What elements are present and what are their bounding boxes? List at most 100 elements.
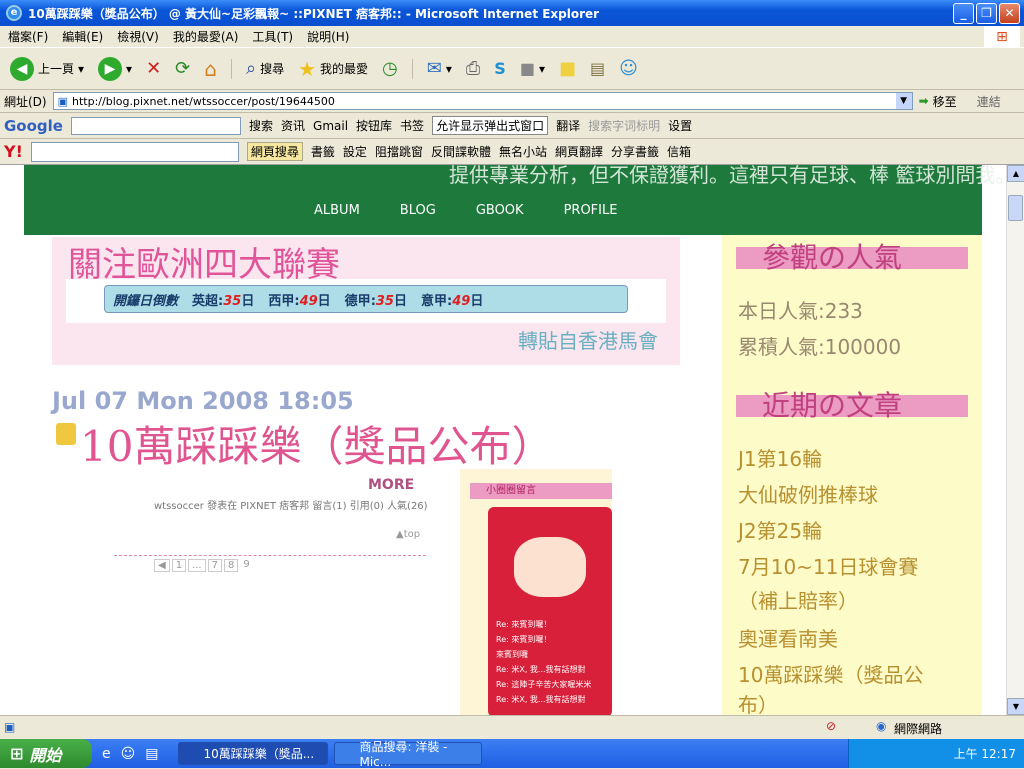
recent-post-link[interactable]: 奧運看南美: [738, 623, 838, 652]
google-bookmarks-button[interactable]: 书签: [400, 117, 424, 134]
google-search-button[interactable]: 搜索: [249, 117, 273, 134]
pager-item[interactable]: 8: [224, 559, 239, 572]
nav-album[interactable]: ALBUM: [314, 203, 360, 218]
top-link[interactable]: ▲top: [396, 529, 420, 540]
favorites-button[interactable]: ★ 我的最愛: [294, 52, 372, 86]
recent-post-link[interactable]: （補上賠率）: [738, 585, 858, 614]
widget-line[interactable]: Re: 米X, 我...我有話想對: [496, 662, 591, 677]
notes-button[interactable]: ■: [555, 52, 580, 86]
skype-button[interactable]: S: [490, 52, 510, 86]
stop-button[interactable]: ✕: [142, 52, 165, 86]
yahoo-toolbar: Y! 網頁搜尋 書籤 設定 阻擋跳窗 反間諜軟體 無名小站 網頁翻譯 分享書籤 …: [0, 139, 1024, 165]
recent-post-link[interactable]: 布）: [738, 689, 778, 715]
widget-line[interactable]: Re: 來賓到囉！: [496, 632, 591, 647]
task-item-shopping[interactable]: 商品搜尋: 洋裝 - Mic...: [334, 740, 483, 769]
popup-blocker-button[interactable]: 阻擋跳窗: [375, 143, 423, 160]
menu-bar: 檔案(F) 編輯(E) 檢視(V) 我的最愛(A) 工具(T) 說明(H): [0, 26, 1024, 48]
ie-quicklaunch-icon[interactable]: e: [102, 746, 111, 762]
pager-prev[interactable]: ◀: [154, 559, 170, 572]
edit-button[interactable]: ■ ▾: [516, 52, 549, 86]
restore-button[interactable]: ❐: [976, 3, 997, 24]
recent-post-link[interactable]: 7月10~11日球會賽: [738, 551, 918, 580]
sidebar: 參觀の人氣 本日人氣:233 累積人氣:100000 近期の文章 J1第16輪 …: [722, 235, 982, 715]
print-button[interactable]: ⎙: [462, 52, 484, 86]
home-button[interactable]: ⌂: [200, 52, 221, 86]
visitors-heading: 參觀の人氣: [736, 244, 968, 272]
widget-card[interactable]: Re: 來賓到囉！ Re: 來賓到囉！ 來賓到囉 Re: 米X, 我...我有話…: [488, 507, 612, 715]
visitors-today: 本日人氣:233: [738, 299, 863, 323]
address-dropdown-icon[interactable]: ▼: [895, 93, 912, 109]
scroll-down-icon[interactable]: ▼: [1007, 698, 1024, 715]
google-news-button[interactable]: 资讯: [281, 117, 305, 134]
go-arrow-icon: ➡: [918, 94, 929, 108]
pager-item[interactable]: 7: [207, 559, 222, 572]
messenger-button[interactable]: ☺: [615, 52, 642, 86]
window-title: 10萬踩踩樂（獎品公布） @ 黃大仙~足彩飄報~ ::PIXNET 痞客邦:: …: [28, 6, 600, 21]
countdown-banner[interactable]: 開鑼日倒數 英超:35日 西甲:49日 德甲:35日 意甲:49日: [66, 279, 666, 323]
popup-allow-button[interactable]: 允许显示弹出式窗口: [432, 116, 549, 135]
vertical-scrollbar[interactable]: ▲ ▼: [1006, 165, 1024, 715]
gmail-button[interactable]: Gmail: [313, 119, 348, 133]
close-button[interactable]: ✕: [999, 3, 1020, 24]
google-buttons-button[interactable]: 按钮库: [356, 117, 392, 134]
google-settings-button[interactable]: 设置: [668, 117, 692, 134]
nav-blog[interactable]: BLOG: [400, 203, 436, 218]
nav-gbook[interactable]: GBOOK: [476, 203, 524, 218]
widget-line[interactable]: Re: 米X, 我...我有話想對: [496, 692, 591, 707]
web-translate-button[interactable]: 網頁翻譯: [555, 143, 603, 160]
widget-line[interactable]: Re: 來賓到囉！: [496, 617, 591, 632]
scroll-up-icon[interactable]: ▲: [1007, 165, 1024, 182]
repost-link[interactable]: 轉貼自香港馬會: [518, 325, 658, 354]
desktop-quicklaunch-icon[interactable]: ▤: [145, 746, 158, 762]
research-icon: ▤: [589, 59, 606, 78]
back-button[interactable]: ◀ 上一頁 ▾: [6, 52, 88, 86]
yahoo-bookmarks-button[interactable]: 書籤: [311, 143, 335, 160]
links-button[interactable]: 連結: [977, 93, 1001, 110]
wretch-button[interactable]: 無名小站: [499, 143, 547, 160]
yahoo-settings-button[interactable]: 設定: [343, 143, 367, 160]
forward-button[interactable]: ▶ ▾: [94, 52, 136, 86]
nav-profile[interactable]: PROFILE: [564, 203, 618, 218]
research-button[interactable]: ▤: [586, 52, 609, 86]
post-title[interactable]: 10萬踩踩樂（獎品公布）: [80, 413, 553, 474]
messenger-quicklaunch-icon[interactable]: ☺: [121, 746, 136, 762]
history-button[interactable]: ◷: [378, 52, 402, 86]
yahoo-search-input[interactable]: [30, 141, 239, 162]
menu-help[interactable]: 說明(H): [307, 28, 349, 45]
windows-logo-icon: ⊞: [984, 26, 1020, 48]
google-search-input[interactable]: [70, 116, 241, 135]
pager-item[interactable]: 1: [171, 559, 187, 572]
refresh-button[interactable]: ⟳: [171, 52, 194, 86]
go-button[interactable]: 移至: [933, 93, 957, 110]
recent-heading: 近期の文章: [736, 392, 968, 420]
address-input[interactable]: ▣ http://blog.pixnet.net/wtssoccer/post/…: [52, 92, 913, 110]
menu-tools[interactable]: 工具(T): [252, 28, 293, 45]
widget-line[interactable]: 來賓到囉: [496, 647, 591, 662]
menu-view[interactable]: 檢視(V): [117, 28, 159, 45]
start-button[interactable]: ⊞ 開始: [0, 739, 92, 768]
recent-post-link[interactable]: 大仙破例推棒球: [738, 479, 878, 508]
league-seriea: 意甲:49日: [421, 293, 484, 309]
more-link[interactable]: MORE: [368, 477, 414, 493]
recent-post-link[interactable]: 10萬踩踩樂（獎品公: [738, 659, 923, 688]
recent-post-link[interactable]: J2第25輪: [738, 515, 822, 544]
minimize-button[interactable]: _: [953, 3, 974, 24]
menu-favorites[interactable]: 我的最愛(A): [173, 28, 239, 45]
search-button[interactable]: ⌕ 搜尋: [242, 52, 288, 86]
highlight-button[interactable]: 搜索字词标明: [588, 117, 660, 134]
widget-title: 小圈圈留言: [470, 483, 612, 499]
mail-button[interactable]: ✉ ▾: [423, 52, 456, 86]
task-item-blog[interactable]: 10萬踩踩樂（獎品...: [178, 742, 329, 765]
widget-line[interactable]: Re: 這陣子辛苦大家喔米米: [496, 677, 591, 692]
menu-edit[interactable]: 編輯(E): [62, 28, 103, 45]
yahoo-mail-button[interactable]: 信箱: [667, 143, 691, 160]
recent-post-link[interactable]: J1第16輪: [738, 443, 822, 472]
menu-file[interactable]: 檔案(F): [8, 28, 48, 45]
skype-icon: S: [494, 59, 506, 78]
web-search-button[interactable]: 網頁搜尋: [246, 142, 303, 161]
antispyware-button[interactable]: 反間諜軟體: [431, 143, 491, 160]
google-translate-button[interactable]: 翻译: [556, 117, 580, 134]
share-bookmarks-button[interactable]: 分享書籤: [611, 143, 659, 160]
scroll-thumb[interactable]: [1008, 195, 1023, 221]
status-bar: ▣ ⊘ ◉ 網際網路: [0, 715, 1024, 739]
